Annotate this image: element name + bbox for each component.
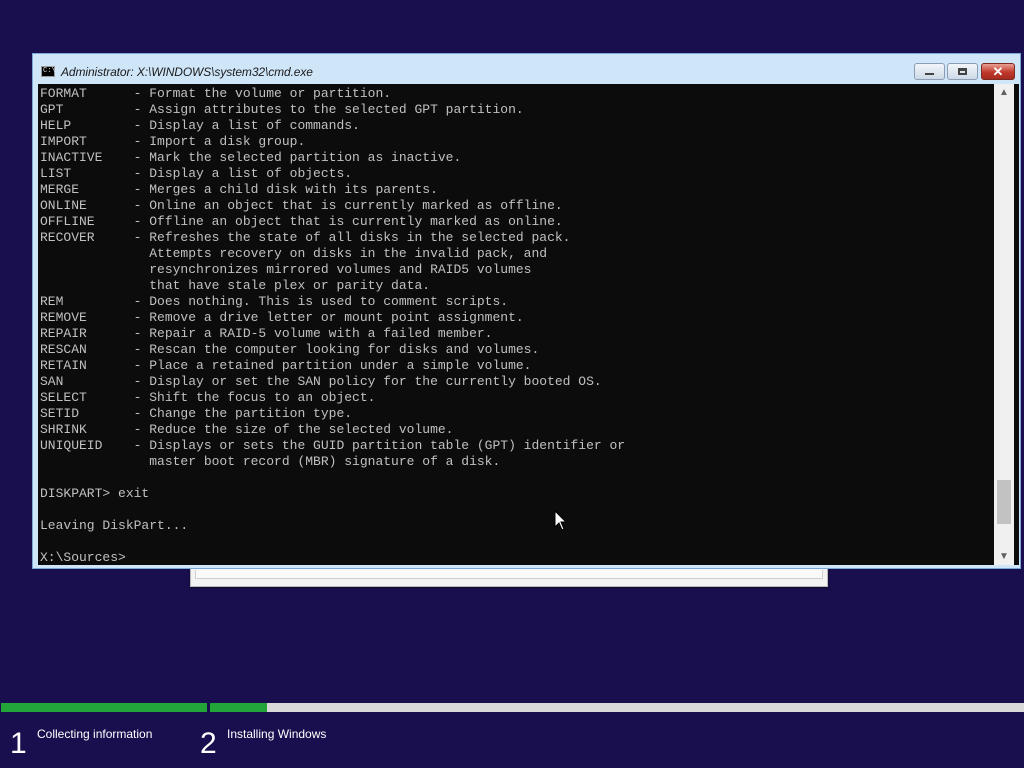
console-line: RECOVER - Refreshes the state of all dis…	[40, 230, 571, 245]
scroll-thumb[interactable]	[997, 480, 1011, 524]
maximize-button[interactable]	[947, 63, 978, 80]
close-button[interactable]: ✕	[981, 63, 1015, 80]
console-line: Attempts recovery on disks in the invali…	[40, 246, 548, 261]
console-line: REPAIR - Repair a RAID-5 volume with a f…	[40, 326, 493, 341]
step-number: 2	[200, 727, 217, 760]
console-line: MERGE - Merges a child disk with its par…	[40, 182, 438, 197]
minimize-button[interactable]	[914, 63, 945, 80]
progress-segment-installing	[210, 703, 1024, 712]
console-line: UNIQUEID - Displays or sets the GUID par…	[40, 438, 626, 453]
title-bar[interactable]: C:\ Administrator: X:\WINDOWS\system32\c…	[33, 54, 1020, 84]
window-title: Administrator: X:\WINDOWS\system32\cmd.e…	[61, 65, 313, 79]
console-line: LIST - Display a list of objects.	[40, 166, 353, 181]
console-text: FORMAT - Format the volume or partition.…	[40, 86, 625, 565]
vertical-scrollbar[interactable]: ▲ ▼	[994, 84, 1014, 565]
console-output[interactable]: FORMAT - Format the volume or partition.…	[38, 84, 1019, 565]
console-line: GPT - Assign attributes to the selected …	[40, 102, 524, 117]
console-line: that have stale plex or parity data.	[40, 278, 431, 293]
console-line: ONLINE - Online an object that is curren…	[40, 198, 563, 213]
console-line: FORMAT - Format the volume or partition.	[40, 86, 392, 101]
cmd-icon[interactable]: C:\	[41, 66, 56, 77]
step-label: Installing Windows	[227, 727, 327, 741]
console-line: REMOVE - Remove a drive letter or mount …	[40, 310, 524, 325]
console-line: resynchronizes mirrored volumes and RAID…	[40, 262, 532, 277]
console-line: OFFLINE - Offline an object that is curr…	[40, 214, 563, 229]
close-icon: ✕	[992, 64, 1004, 79]
minimize-icon	[925, 73, 934, 75]
maximize-icon	[958, 68, 967, 75]
console-line: IMPORT - Import a disk group.	[40, 134, 306, 149]
console-line: RETAIN - Place a retained partition unde…	[40, 358, 532, 373]
scroll-down-button[interactable]: ▼	[994, 548, 1014, 565]
console-line: SHRINK - Reduce the size of the selected…	[40, 422, 454, 437]
progress-fill	[1, 703, 207, 712]
console-line: DISKPART> exit	[40, 486, 150, 501]
setup-progress-bar	[0, 703, 1024, 713]
progress-fill	[210, 703, 267, 712]
step-label: Collecting information	[37, 727, 153, 741]
progress-segment-collecting	[1, 703, 207, 712]
console-line: SAN - Display or set the SAN policy for …	[40, 374, 602, 389]
console-line: Leaving DiskPart...	[40, 518, 189, 533]
console-line: SETID - Change the partition type.	[40, 406, 353, 421]
cmd-window[interactable]: C:\ Administrator: X:\WINDOWS\system32\c…	[32, 53, 1021, 569]
console-line: SELECT - Shift the focus to an object.	[40, 390, 376, 405]
mouse-cursor-icon	[554, 510, 568, 531]
console-line: master boot record (MBR) signature of a …	[40, 454, 501, 469]
console-line: RESCAN - Rescan the computer looking for…	[40, 342, 540, 357]
console-line: X:\Sources>	[40, 550, 126, 565]
scroll-up-button[interactable]: ▲	[994, 84, 1014, 101]
step-number: 1	[10, 727, 27, 760]
console-line: INACTIVE - Mark the selected partition a…	[40, 150, 462, 165]
console-line: HELP - Display a list of commands.	[40, 118, 360, 133]
console-line: REM - Does nothing. This is used to comm…	[40, 294, 509, 309]
